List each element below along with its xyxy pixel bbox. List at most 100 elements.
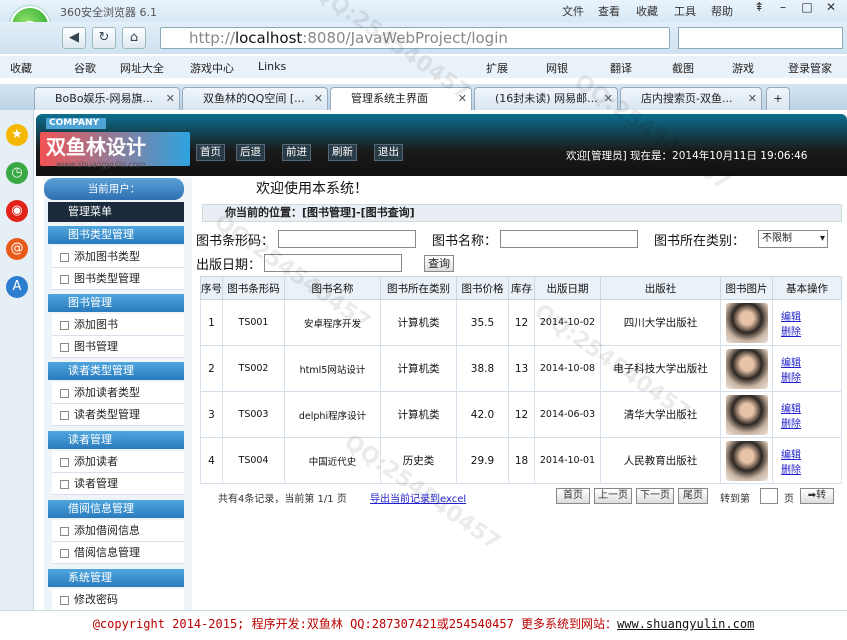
- menu-view[interactable]: 查看: [598, 3, 620, 19]
- menu-item-add-book-type[interactable]: 添加图书类型: [52, 246, 184, 268]
- cell-name: 中国近代史: [284, 437, 381, 484]
- minimize-icon[interactable]: –: [772, 0, 794, 18]
- home-button[interactable]: 首页: [196, 144, 225, 161]
- bookmark-bank[interactable]: 网银: [546, 60, 568, 76]
- bookmark-translate[interactable]: 翻译: [610, 60, 632, 76]
- cell-image: [720, 437, 773, 484]
- menu-item-change-password[interactable]: 修改密码: [52, 589, 184, 611]
- bookmark-nav[interactable]: 网址大全: [120, 60, 164, 76]
- menu-item-add-reader-type[interactable]: 添加读者类型: [52, 382, 184, 404]
- website-link[interactable]: www.shuangyulin.com: [617, 617, 754, 631]
- close-tab-icon[interactable]: ✕: [314, 88, 323, 109]
- edit-link[interactable]: 编辑: [773, 354, 841, 369]
- home-icon[interactable]: ⌂: [122, 27, 146, 49]
- menu-title: 管理菜单: [48, 202, 184, 222]
- current-user-label: 当前用户：: [44, 178, 184, 200]
- menu-item-borrow-manage[interactable]: 借阅信息管理: [52, 542, 184, 564]
- back-icon[interactable]: ◀: [62, 27, 86, 49]
- close-tab-icon[interactable]: ✕: [166, 88, 175, 109]
- menu-group-system[interactable]: 系统管理: [48, 569, 184, 587]
- col-image: 图书图片: [720, 276, 773, 300]
- search-button[interactable]: 查询: [424, 255, 454, 272]
- menu-group-reader-type[interactable]: 读者类型管理: [48, 362, 184, 380]
- cell-publisher: 电子科技大学出版社: [600, 345, 721, 392]
- menu-tools[interactable]: 工具: [674, 3, 696, 19]
- edit-link[interactable]: 编辑: [773, 446, 841, 461]
- address-bar[interactable]: http://localhost:8080/JavaWebProject/log…: [160, 27, 670, 49]
- publish-date-label: 出版日期：: [196, 258, 262, 273]
- bookmark-games[interactable]: 游戏中心: [190, 60, 234, 76]
- prev-page-button[interactable]: 上一页: [594, 488, 632, 504]
- bookmark-extensions[interactable]: 扩展: [486, 60, 508, 76]
- tab-shop-search[interactable]: 店内搜索页-双鱼... ✕: [620, 87, 762, 110]
- close-tab-icon[interactable]: ✕: [458, 88, 467, 109]
- bookmark-screenshot[interactable]: 截图: [672, 60, 694, 76]
- new-tab-icon[interactable]: +: [766, 87, 790, 110]
- menu-item-book-type-manage[interactable]: 图书类型管理: [52, 268, 184, 290]
- cell-name: html5网站设计: [284, 345, 381, 392]
- book-type-select[interactable]: 不限制 ▾: [758, 230, 828, 248]
- forward-button[interactable]: 前进: [282, 144, 311, 161]
- menu-item-add-book[interactable]: 添加图书: [52, 314, 184, 336]
- menu-item-add-reader[interactable]: 添加读者: [52, 451, 184, 473]
- tab-qq-space[interactable]: 双鱼林的QQ空间 [... ✕: [182, 87, 328, 110]
- bookmark-links[interactable]: Links: [258, 60, 286, 73]
- star-icon[interactable]: ★: [6, 124, 28, 146]
- menu-group-borrow[interactable]: 借阅信息管理: [48, 500, 184, 518]
- menu-group-reader[interactable]: 读者管理: [48, 431, 184, 449]
- menu-item-book-manage[interactable]: 图书管理: [52, 336, 184, 358]
- tab-admin-main[interactable]: 管理系统主界面 ✕: [330, 87, 472, 110]
- menu-file[interactable]: 文件: [562, 3, 584, 19]
- app-icon[interactable]: A: [6, 276, 28, 298]
- menu-item-reader-manage[interactable]: 读者管理: [52, 473, 184, 495]
- bookmark-favorites[interactable]: 收藏: [10, 60, 32, 76]
- logout-button[interactable]: 退出: [374, 144, 403, 161]
- refresh-button[interactable]: 刷新: [328, 144, 357, 161]
- clock-icon[interactable]: ◷: [6, 162, 28, 184]
- bookmark-google[interactable]: 谷歌: [74, 60, 96, 76]
- edit-link[interactable]: 编辑: [773, 400, 841, 415]
- bookmark-game[interactable]: 游戏: [732, 60, 754, 76]
- weibo-icon[interactable]: ◉: [6, 200, 28, 222]
- cell-stock: 12: [508, 391, 535, 438]
- cell-publisher: 四川大学出版社: [600, 299, 721, 346]
- jump-button[interactable]: ➡转: [800, 488, 834, 504]
- next-page-button[interactable]: 下一页: [636, 488, 674, 504]
- cell-stock: 12: [508, 299, 535, 346]
- barcode-input[interactable]: [278, 230, 416, 248]
- admin-header: COMPANY 双鱼林设计 www.shuangyulin.com 首页 后退 …: [36, 114, 847, 176]
- tab-bobo[interactable]: BoBo娱乐-网易旗... ✕: [34, 87, 180, 110]
- refresh-icon[interactable]: ↻: [92, 27, 116, 49]
- back-button[interactable]: 后退: [236, 144, 265, 161]
- edit-link[interactable]: 编辑: [773, 308, 841, 323]
- cell-image: [720, 391, 773, 438]
- col-type: 图书所在类别: [380, 276, 457, 300]
- menu-item-reader-type-manage[interactable]: 读者类型管理: [52, 404, 184, 426]
- jump-label: 转到第: [720, 494, 750, 505]
- jump-page-input[interactable]: [760, 488, 778, 504]
- tab-mail[interactable]: (16封未读) 网易邮... ✕: [474, 87, 618, 110]
- last-page-button[interactable]: 尾页: [678, 488, 708, 504]
- menu-help[interactable]: 帮助: [711, 3, 733, 19]
- first-page-button[interactable]: 首页: [556, 488, 590, 504]
- delete-link[interactable]: 删除: [773, 415, 841, 430]
- menu-group-book[interactable]: 图书管理: [48, 294, 184, 312]
- close-tab-icon[interactable]: ✕: [604, 88, 613, 109]
- delete-link[interactable]: 删除: [773, 369, 841, 384]
- close-window-icon[interactable]: ✕: [820, 0, 842, 18]
- export-excel-link[interactable]: 导出当前记录到excel: [370, 490, 466, 505]
- mail-icon[interactable]: @: [6, 238, 28, 260]
- skin-icon[interactable]: ⇞: [748, 0, 770, 18]
- book-type-label: 图书所在类别：: [654, 234, 746, 249]
- publish-date-input[interactable]: [264, 254, 402, 272]
- menu-group-book-type[interactable]: 图书类型管理: [48, 226, 184, 244]
- maximize-icon[interactable]: □: [796, 0, 818, 18]
- bookmark-login-manager[interactable]: 登录管家: [788, 60, 832, 76]
- book-name-input[interactable]: [500, 230, 638, 248]
- browser-search-input[interactable]: [678, 27, 843, 49]
- menu-item-add-borrow[interactable]: 添加借阅信息: [52, 520, 184, 542]
- close-tab-icon[interactable]: ✕: [748, 88, 757, 109]
- delete-link[interactable]: 删除: [773, 323, 841, 338]
- delete-link[interactable]: 删除: [773, 461, 841, 476]
- menu-favorites[interactable]: 收藏: [636, 3, 658, 19]
